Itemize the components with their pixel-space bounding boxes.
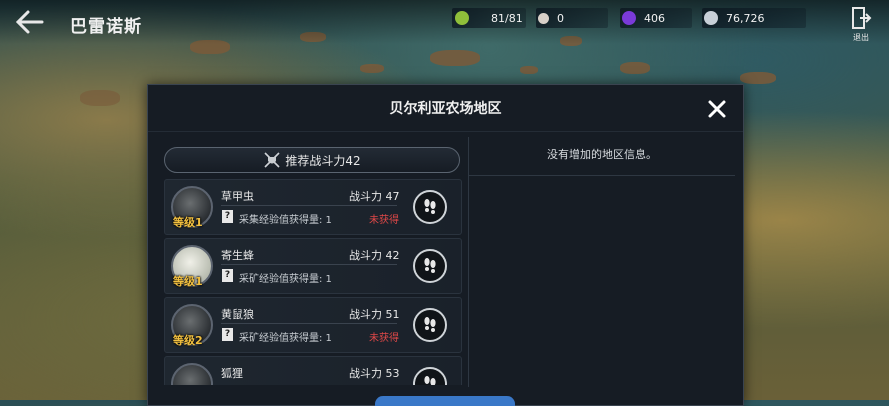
exit-label: 退出 bbox=[853, 33, 869, 42]
dark-crystal-value: 406 bbox=[644, 11, 665, 25]
resource-dark-crystal: 406 bbox=[620, 8, 692, 28]
orb-value: 0 bbox=[557, 11, 564, 25]
resource-silver: 76,726 bbox=[702, 8, 806, 28]
region-info-text: 没有增加的地区信息。 bbox=[469, 137, 735, 176]
question-icon: ? bbox=[222, 210, 233, 223]
monster-power: 战斗力 53 bbox=[349, 367, 400, 380]
monster-name: 狐狸 bbox=[221, 367, 243, 380]
resource-stamina: 81/81 bbox=[452, 8, 526, 28]
modal-header: 贝尔利亚农场地区 bbox=[148, 85, 743, 132]
divider bbox=[221, 264, 397, 265]
auto-move-button[interactable] bbox=[413, 367, 447, 385]
close-button[interactable] bbox=[707, 99, 727, 119]
monster-list-panel: 推荐战斗力42 等级1 草甲虫 战斗力 47 ? 采集经验值获得量: 1 未获得… bbox=[164, 145, 462, 385]
monster-card[interactable]: 等级1 草甲虫 战斗力 47 ? 采集经验值获得量: 1 未获得 bbox=[164, 179, 462, 235]
divider bbox=[221, 323, 397, 324]
stamina-icon bbox=[455, 11, 469, 25]
monster-exp-desc: 采矿经验值获得量: 1 bbox=[239, 274, 332, 285]
region-info-modal: 贝尔利亚农场地区 推荐战斗力42 等级1 草甲虫 战斗力 47 ? 采集经验值获… bbox=[147, 84, 744, 406]
exit-door-icon bbox=[852, 7, 872, 29]
orb-icon bbox=[538, 12, 549, 24]
auto-move-button[interactable] bbox=[413, 308, 447, 342]
monster-card[interactable]: 狐狸 战斗力 53 bbox=[164, 356, 462, 385]
dark-crystal-icon bbox=[622, 11, 636, 25]
monster-name: 黄鼠狼 bbox=[221, 308, 254, 321]
back-button[interactable] bbox=[14, 8, 46, 36]
monster-power: 战斗力 47 bbox=[349, 190, 400, 203]
question-icon: ? bbox=[222, 269, 233, 282]
monster-level: 等级1 bbox=[173, 275, 203, 288]
resource-orb: 0 bbox=[536, 8, 608, 28]
region-title: 巴雷诺斯 bbox=[70, 17, 142, 37]
confirm-button[interactable] bbox=[375, 396, 515, 406]
status-badge: 未获得 bbox=[369, 333, 399, 344]
monster-card[interactable]: 等级1 寄生蜂 战斗力 42 ? 采矿经验值获得量: 1 bbox=[164, 238, 462, 294]
monster-card[interactable]: 等级2 黄鼠狼 战斗力 51 ? 采矿经验值获得量: 1 未获得 bbox=[164, 297, 462, 353]
footprints-icon bbox=[424, 199, 436, 214]
monster-level: 等级1 bbox=[173, 216, 203, 229]
monster-power: 战斗力 42 bbox=[349, 249, 400, 262]
recommended-power-bar: 推荐战斗力42 bbox=[164, 147, 460, 173]
stamina-value: 81/81 bbox=[491, 11, 523, 25]
monster-power: 战斗力 51 bbox=[349, 308, 400, 321]
auto-move-button[interactable] bbox=[413, 190, 447, 224]
divider bbox=[221, 205, 397, 206]
monster-name: 草甲虫 bbox=[221, 190, 254, 203]
auto-move-button[interactable] bbox=[413, 249, 447, 283]
silver-value: 76,726 bbox=[726, 11, 765, 25]
monster-avatar bbox=[171, 363, 213, 385]
monster-exp-desc: 采集经验值获得量: 1 bbox=[239, 215, 332, 226]
close-icon bbox=[708, 100, 726, 118]
modal-title: 贝尔利亚农场地区 bbox=[389, 101, 502, 117]
question-icon: ? bbox=[222, 328, 233, 341]
monster-exp-desc: 采矿经验值获得量: 1 bbox=[239, 333, 332, 344]
monster-name: 寄生蜂 bbox=[221, 249, 254, 262]
region-info-panel: 没有增加的地区信息。 bbox=[468, 137, 735, 387]
footprints-icon bbox=[424, 376, 436, 385]
monster-level: 等级2 bbox=[173, 334, 203, 347]
status-badge: 未获得 bbox=[369, 215, 399, 226]
arrow-left-icon bbox=[15, 10, 44, 34]
footprints-icon bbox=[424, 258, 436, 273]
top-bar: 巴雷诺斯 81/81 0 406 76,726 退出 bbox=[0, 0, 889, 44]
silver-coin-icon bbox=[704, 11, 718, 25]
exit-button[interactable]: 退出 bbox=[846, 6, 876, 42]
footprints-icon bbox=[424, 317, 436, 332]
recommended-power-text: 推荐战斗力42 bbox=[285, 153, 361, 168]
crossed-swords-shield-icon bbox=[264, 152, 280, 168]
